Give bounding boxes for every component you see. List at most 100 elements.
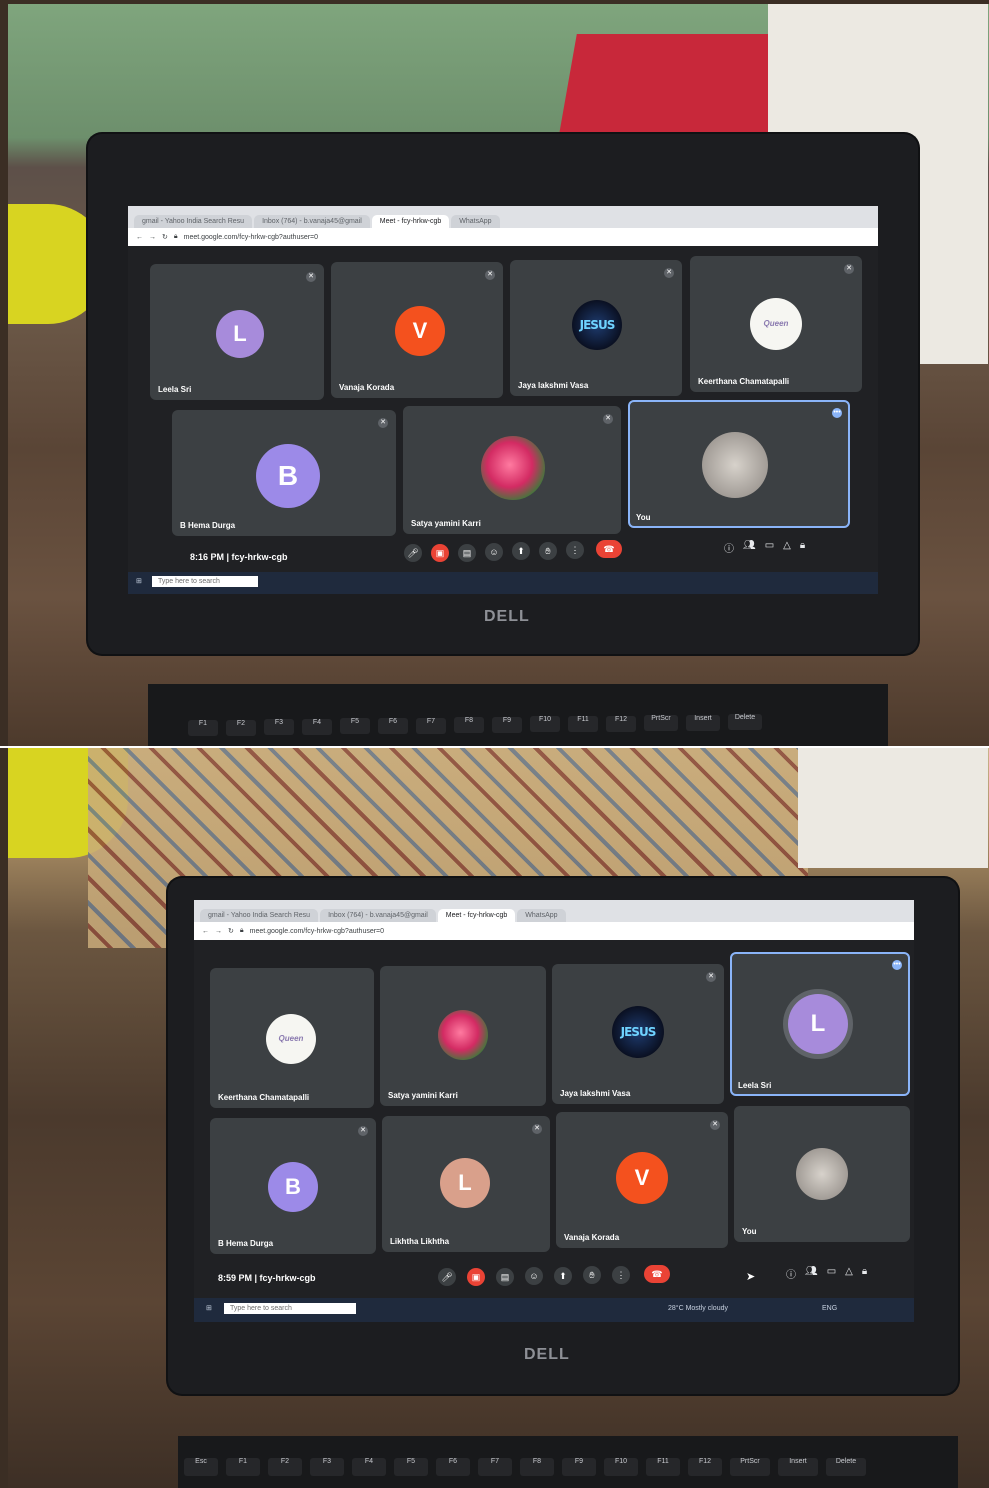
key[interactable]: F2 (268, 1458, 302, 1476)
taskbar-search[interactable]: Type here to search (152, 576, 258, 587)
end-call-button[interactable]: ☎︎ (596, 540, 622, 558)
people-icon[interactable]: 👥︎ (743, 540, 756, 555)
participant-tile[interactable]: Queen Keerthana Chamatapalli (210, 968, 374, 1108)
present-button[interactable]: ⬆ (512, 542, 530, 560)
tab-whatsapp[interactable]: WhatsApp (517, 909, 566, 922)
forward-icon[interactable]: → (215, 928, 222, 935)
address-bar[interactable]: ← → ↻ 🔒︎ meet.google.com/fcy-hrkw-cgb?au… (128, 228, 878, 246)
key[interactable]: PrtScr (730, 1458, 770, 1476)
tab-whatsapp[interactable]: WhatsApp (451, 215, 500, 228)
participant-tile[interactable]: ✕ JESUS Jaya lakshmi Vasa (510, 260, 682, 396)
key[interactable]: F2 (226, 720, 256, 736)
key[interactable]: F10 (604, 1458, 638, 1476)
emoji-button[interactable]: ☺ (485, 543, 503, 561)
lock-icon[interactable]: 🔒︎ (800, 540, 805, 555)
forward-icon[interactable]: → (149, 234, 156, 241)
participant-tile[interactable]: ✕ Satya yamini Karri (403, 406, 621, 534)
key[interactable]: F3 (264, 719, 294, 735)
participant-tile[interactable]: ✕ L Likhtha Likhtha (382, 1116, 550, 1252)
key[interactable]: F11 (568, 716, 598, 732)
participant-name: B Hema Durga (218, 1239, 274, 1248)
key[interactable]: PrtScr (644, 715, 678, 731)
tab-gmail[interactable]: gmail - Yahoo India Search Resu (200, 909, 319, 922)
key[interactable]: F12 (606, 716, 636, 732)
back-icon[interactable]: ← (136, 234, 143, 241)
key[interactable]: F8 (520, 1458, 554, 1476)
camera-off-button[interactable]: ▣ (431, 544, 449, 562)
emoji-button[interactable]: ☺ (525, 1267, 543, 1285)
key[interactable]: F6 (378, 718, 408, 734)
mic-button[interactable]: 🎤︎ (404, 544, 422, 562)
key[interactable]: Delete (826, 1458, 866, 1476)
participant-tile[interactable]: ✕ Queen Keerthana Chamatapalli (690, 256, 862, 392)
key[interactable]: F7 (416, 718, 446, 734)
key[interactable]: F3 (310, 1458, 344, 1476)
info-icon[interactable]: ⓘ (786, 1266, 796, 1281)
reload-icon[interactable]: ↻ (228, 927, 234, 935)
key[interactable]: F9 (562, 1458, 596, 1476)
activities-icon[interactable]: △ (783, 540, 791, 555)
participant-tile-speaking[interactable]: ••• L Leela Sri (730, 952, 910, 1096)
participant-tile-self[interactable]: You (734, 1106, 910, 1242)
participant-tile[interactable]: ✕ JESUS Jaya lakshmi Vasa (552, 964, 724, 1104)
key[interactable]: Insert (686, 715, 720, 731)
key[interactable]: F4 (352, 1458, 386, 1476)
address-bar[interactable]: ← → ↻ 🔒︎ meet.google.com/fcy-hrkw-cgb?au… (194, 922, 914, 940)
raise-hand-button[interactable]: ✋︎ (539, 542, 557, 560)
captions-button[interactable]: ▤ (496, 1268, 514, 1286)
key[interactable]: F5 (394, 1458, 428, 1476)
key[interactable]: F9 (492, 717, 522, 733)
tab-inbox[interactable]: Inbox (764) - b.vanaja45@gmail (254, 215, 370, 228)
more-options-icon[interactable]: ••• (892, 960, 902, 970)
participant-tile-self[interactable]: ••• You (628, 400, 850, 528)
end-call-button[interactable]: ☎︎ (644, 1265, 670, 1283)
key[interactable]: F5 (340, 718, 370, 734)
windows-start-icon[interactable]: ⊞ (136, 577, 142, 585)
windows-start-icon[interactable]: ⊞ (206, 1304, 212, 1312)
chat-icon[interactable]: ▭ (765, 540, 774, 555)
key[interactable]: F6 (436, 1458, 470, 1476)
back-icon[interactable]: ← (202, 928, 209, 935)
weather-text[interactable]: 28°C Mostly cloudy (668, 1305, 728, 1312)
avatar: Queen (750, 298, 802, 350)
key[interactable]: F4 (302, 719, 332, 735)
people-icon[interactable]: 👥︎ (805, 1266, 818, 1281)
more-options-button[interactable]: ⋮ (566, 541, 584, 559)
taskbar-search[interactable]: Type here to search (224, 1303, 356, 1314)
key[interactable]: F1 (188, 720, 218, 736)
participant-tile[interactable]: ✕ B B Hema Durga (210, 1118, 376, 1254)
participant-tile[interactable]: ✕ L Leela Sri (150, 264, 324, 400)
key[interactable]: F11 (646, 1458, 680, 1476)
more-options-button[interactable]: ⋮ (612, 1266, 630, 1284)
info-icon[interactable]: ⓘ (724, 540, 734, 555)
activities-icon[interactable]: △ (845, 1266, 853, 1281)
key[interactable]: Delete (728, 714, 762, 730)
tab-meet[interactable]: Meet - fcy-hrkw-cgb (371, 215, 450, 228)
participant-tile[interactable]: Satya yamini Karri (380, 966, 546, 1106)
key[interactable]: F8 (454, 717, 484, 733)
key[interactable]: Insert (778, 1458, 818, 1476)
tab-meet[interactable]: Meet - fcy-hrkw-cgb (437, 909, 516, 922)
tab-gmail[interactable]: gmail - Yahoo India Search Resu (134, 215, 253, 228)
captions-button[interactable]: ▤ (458, 544, 476, 562)
raise-hand-button[interactable]: ✋︎ (583, 1266, 601, 1284)
participant-tile[interactable]: ✕ B B Hema Durga (172, 410, 396, 536)
present-button[interactable]: ⬆ (554, 1267, 572, 1285)
tab-inbox[interactable]: Inbox (764) - b.vanaja45@gmail (320, 909, 436, 922)
participant-tile[interactable]: ✕ V Vanaja Korada (556, 1112, 728, 1248)
chat-icon[interactable]: ▭ (827, 1266, 836, 1281)
language-indicator[interactable]: ENG (822, 1305, 837, 1312)
url-text[interactable]: meet.google.com/fcy-hrkw-cgb?authuser=0 (184, 234, 318, 241)
key[interactable]: F7 (478, 1458, 512, 1476)
url-text[interactable]: meet.google.com/fcy-hrkw-cgb?authuser=0 (250, 928, 384, 935)
reload-icon[interactable]: ↻ (162, 233, 168, 241)
key[interactable]: Esc (184, 1458, 218, 1476)
participant-tile[interactable]: ✕ V Vanaja Korada (331, 262, 503, 398)
key[interactable]: F10 (530, 716, 560, 732)
more-options-icon[interactable]: ••• (832, 408, 842, 418)
mic-button[interactable]: 🎤︎ (438, 1268, 456, 1286)
key[interactable]: F1 (226, 1458, 260, 1476)
lock-icon[interactable]: 🔒︎ (862, 1266, 867, 1281)
key[interactable]: F12 (688, 1458, 722, 1476)
camera-off-button[interactable]: ▣ (467, 1268, 485, 1286)
